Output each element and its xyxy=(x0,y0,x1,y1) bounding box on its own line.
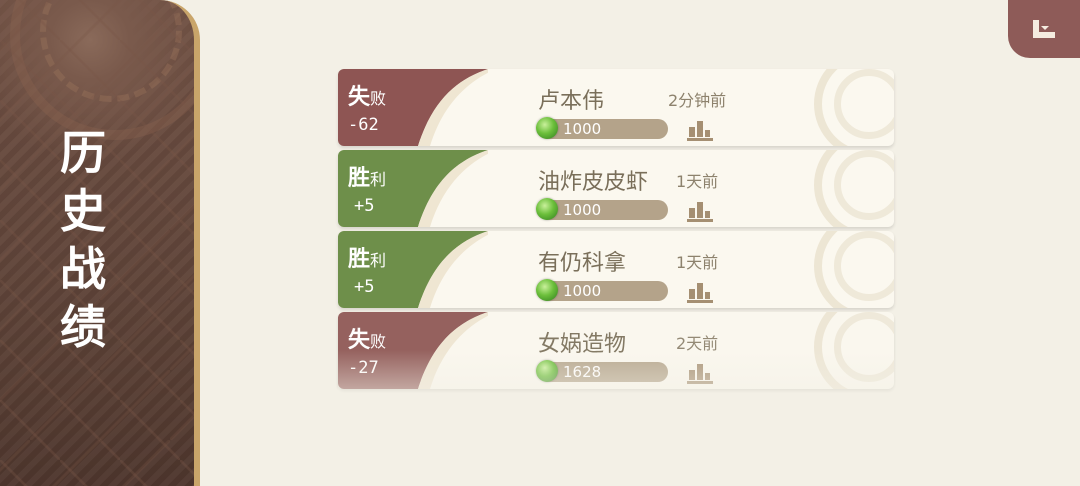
jade-orb-icon xyxy=(536,279,558,301)
player-name: 卢本伟 xyxy=(538,89,605,114)
match-time: 2天前 xyxy=(676,334,719,353)
rating-bar: 1000 xyxy=(536,279,668,301)
match-row[interactable]: 失败 -27 女娲造物 2天前 1628 xyxy=(338,312,894,389)
result-label: 失败 xyxy=(348,85,387,110)
rating-value: 1628 xyxy=(563,363,602,381)
back-button[interactable] xyxy=(1008,0,1080,58)
bar-chart-icon[interactable] xyxy=(686,119,714,141)
rating-bar: 1000 xyxy=(536,117,668,139)
player-name: 女娲造物 xyxy=(538,332,627,357)
rating-value: 1000 xyxy=(563,201,602,219)
match-time: 2分钟前 xyxy=(668,91,727,110)
match-history-list: 失败 -62 卢本伟 2分钟前 1000 胜利 +5 油炸皮皮虾 1天前 100… xyxy=(338,69,896,393)
result-label: 胜利 xyxy=(348,247,387,272)
jade-orb-icon xyxy=(536,198,558,220)
page-title: 历史战绩 xyxy=(60,126,108,354)
player-name: 有仍科拿 xyxy=(538,251,627,276)
jade-orb-icon xyxy=(536,117,558,139)
match-row[interactable]: 胜利 +5 有仍科拿 1天前 1000 xyxy=(338,231,894,308)
rating-bar: 1628 xyxy=(536,360,668,382)
match-time: 1天前 xyxy=(676,253,719,272)
rating-bar: 1000 xyxy=(536,198,668,220)
score-change: -27 xyxy=(348,358,379,378)
result-label: 胜利 xyxy=(348,166,387,191)
jade-orb-icon xyxy=(536,360,558,382)
bar-chart-icon[interactable] xyxy=(686,362,714,384)
match-row[interactable]: 失败 -62 卢本伟 2分钟前 1000 xyxy=(338,69,894,146)
back-arrow-icon xyxy=(1033,20,1055,38)
player-name: 油炸皮皮虾 xyxy=(538,170,649,195)
match-time: 1天前 xyxy=(676,172,719,191)
rating-value: 1000 xyxy=(563,120,602,138)
bar-chart-icon[interactable] xyxy=(686,281,714,303)
rating-value: 1000 xyxy=(563,282,602,300)
match-row[interactable]: 胜利 +5 油炸皮皮虾 1天前 1000 xyxy=(338,150,894,227)
sidebar-panel: 历史战绩 xyxy=(0,0,200,486)
result-label: 失败 xyxy=(348,328,387,353)
bar-chart-icon[interactable] xyxy=(686,200,714,222)
score-change: -62 xyxy=(348,115,379,135)
score-change: +5 xyxy=(354,277,375,297)
score-change: +5 xyxy=(354,196,375,216)
